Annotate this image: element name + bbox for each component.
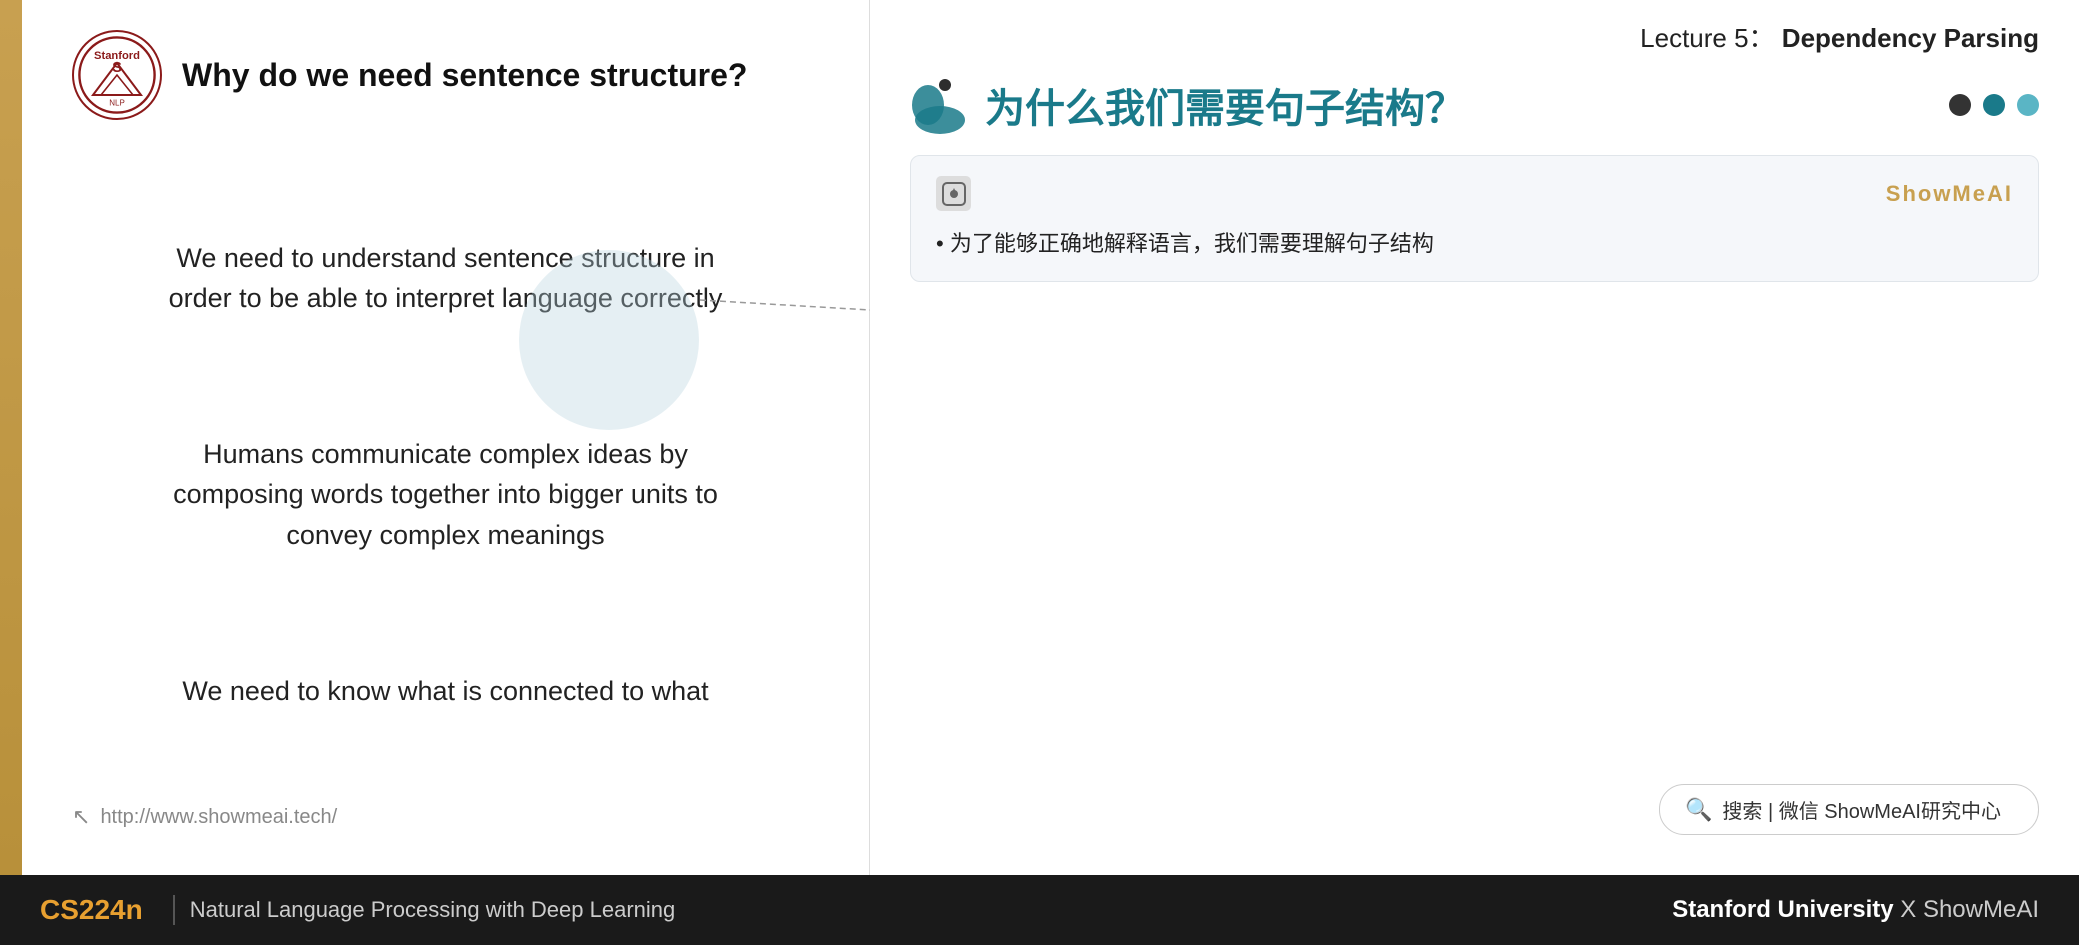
dot-2 (1983, 94, 2005, 116)
cs-code: CS224n (40, 894, 143, 926)
right-panel: Lecture 5： Dependency Parsing 为什么我们需要句子结… (870, 0, 2079, 875)
search-label: 搜索 | 微信 ShowMeAI研究中心 (1722, 795, 2001, 824)
slide-header: Stanford S NLP Why do we need sentence s… (72, 30, 819, 120)
bottom-subtitle: Natural Language Processing with Deep Le… (190, 897, 676, 923)
showmeai-brand: ShowMeAI (1886, 181, 2013, 207)
slide-left-bar (0, 0, 22, 875)
lecture-label: Lecture 5： (1640, 23, 1774, 53)
search-icon: 🔍 (1685, 797, 1712, 823)
circle-decoration (519, 250, 699, 430)
dot-3 (2017, 94, 2039, 116)
bottom-left: CS224n Natural Language Processing with … (40, 894, 675, 926)
wave-icon (910, 75, 970, 135)
slide-footer: ↖ http://www.showmeai.tech/ (72, 789, 819, 845)
lecture-title: Lecture 5： Dependency Parsing (910, 0, 2039, 65)
footer-url: http://www.showmeai.tech/ (100, 806, 337, 829)
slide-title: Why do we need sentence structure? (182, 57, 747, 94)
slide-body: We need to understand sentence structure… (72, 160, 819, 789)
chinese-heading: 为什么我们需要句子结构？ (985, 76, 1465, 134)
dot-1 (1949, 94, 1971, 116)
dot-indicators (1949, 94, 2039, 116)
showmeai-card: ShowMeAI • 为了能够正确地解释语言，我们需要理解句子结构 (910, 155, 2039, 282)
search-bar[interactable]: 🔍 搜索 | 微信 ShowMeAI研究中心 (1659, 784, 2039, 835)
card-bullet: • 为了能够正确地解释语言，我们需要理解句子结构 (936, 226, 2013, 261)
lecture-topic: Dependency Parsing (1782, 23, 2039, 53)
x-showmeai-text: X ShowMeAI (1900, 896, 2039, 923)
chinese-title-left: 为什么我们需要句子结构？ (910, 75, 1465, 135)
card-icon (936, 176, 971, 211)
card-header: ShowMeAI (936, 176, 2013, 211)
bottom-bar: CS224n Natural Language Processing with … (0, 875, 2079, 945)
slide-panel: Stanford S NLP Why do we need sentence s… (0, 0, 870, 875)
slide-paragraph-2: Humans communicate complex ideas bycompo… (72, 424, 819, 566)
svg-text:NLP: NLP (109, 98, 125, 107)
cursor-icon: ↖ (72, 804, 90, 830)
bottom-divider (173, 895, 175, 925)
stanford-text: Stanford University (1672, 896, 1893, 923)
main-area: Stanford S NLP Why do we need sentence s… (0, 0, 2079, 875)
chinese-title-section: 为什么我们需要句子结构？ (910, 75, 2039, 135)
bottom-right: Stanford University X ShowMeAI (1672, 896, 2039, 924)
stanford-nlp-logo: Stanford S NLP (72, 30, 162, 120)
slide-paragraph-1: We need to understand sentence structure… (72, 228, 819, 329)
slide-content: Stanford S NLP Why do we need sentence s… (22, 0, 869, 875)
slide-paragraph-3: We need to know what is connected to wha… (72, 661, 819, 722)
